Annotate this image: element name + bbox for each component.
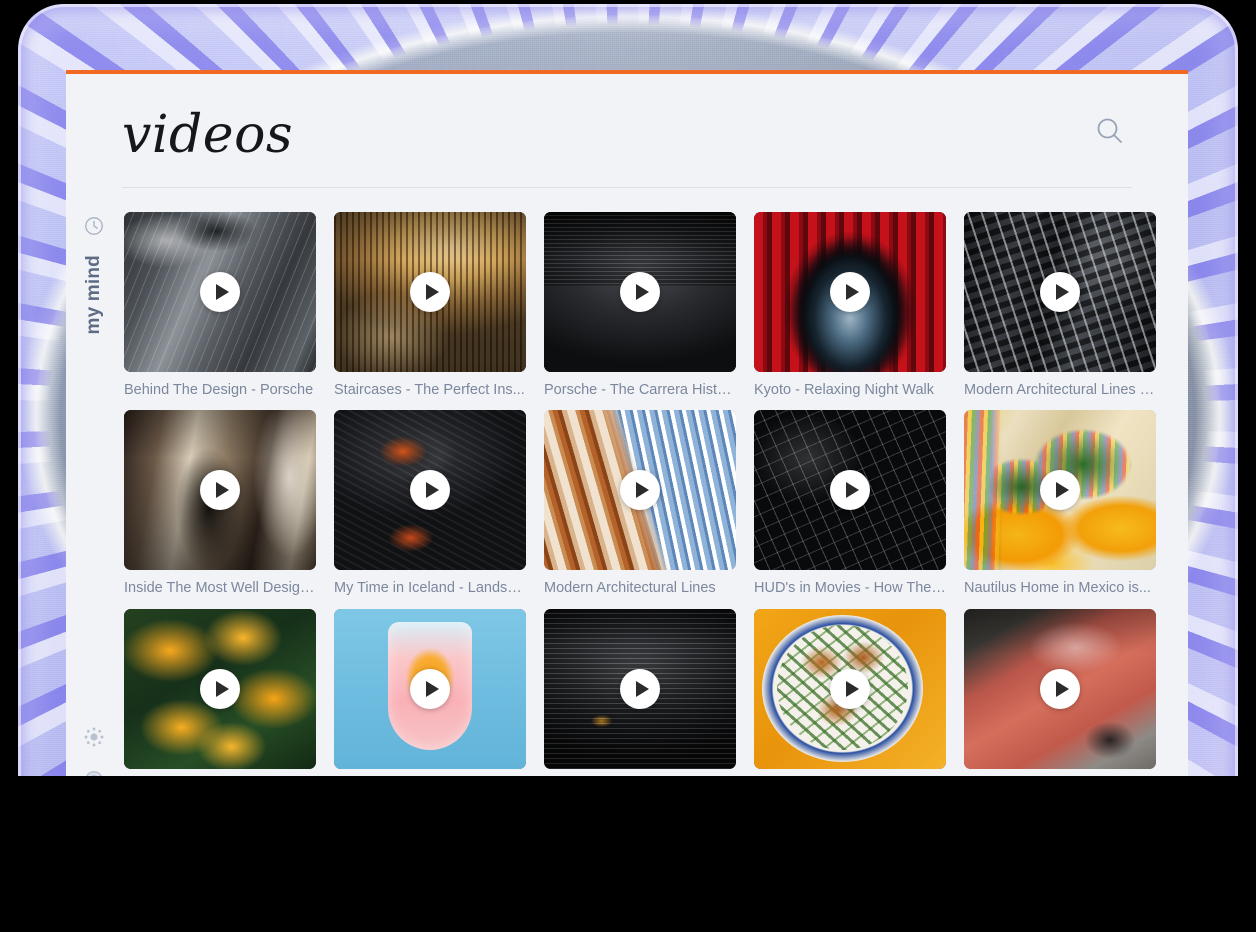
video-card-title: HUD's in Movies - How They...: [754, 580, 946, 597]
play-icon[interactable]: [620, 272, 660, 312]
play-icon[interactable]: [410, 272, 450, 312]
video-thumbnail[interactable]: [544, 608, 736, 769]
video-grid-scroll-area[interactable]: Behind The Design - Porsche Staircases - …: [122, 188, 1188, 800]
video-thumbnail[interactable]: [334, 212, 526, 372]
video-thumbnail[interactable]: [754, 608, 946, 769]
video-card[interactable]: My Time in Iceland - Landsc...: [334, 410, 526, 597]
video-card-title: Modern Architectural Lines: [544, 580, 716, 597]
sun-icon[interactable]: [83, 726, 105, 753]
video-thumbnail[interactable]: [334, 410, 526, 571]
video-card-title: Behind The Design - Porsche: [124, 382, 314, 398]
video-card[interactable]: Staircases - The Perfect Ins...: [334, 212, 526, 399]
sidebar-label-my-mind[interactable]: my mind: [83, 255, 105, 335]
play-icon[interactable]: [830, 272, 870, 312]
video-card-title: Porsche - The Carrera History: [544, 382, 736, 398]
play-icon[interactable]: [200, 272, 240, 312]
video-card[interactable]: Behind The Design - Porsche: [124, 212, 316, 399]
play-icon[interactable]: [200, 668, 240, 709]
video-card[interactable]: [754, 608, 946, 779]
play-icon[interactable]: [410, 668, 450, 709]
clock-icon[interactable]: [84, 216, 104, 241]
play-icon[interactable]: [830, 668, 870, 709]
play-icon[interactable]: [1040, 668, 1080, 709]
video-card-title: My Time in Iceland - Landsc...: [334, 580, 526, 597]
search-icon[interactable]: [1088, 109, 1132, 153]
video-thumbnail[interactable]: [964, 212, 1156, 372]
video-card[interactable]: Kyoto - Relaxing Night Walk: [754, 212, 946, 399]
video-card[interactable]: [964, 608, 1156, 779]
video-thumbnail[interactable]: [964, 410, 1156, 571]
video-thumbnail[interactable]: [754, 410, 946, 571]
video-card-title: Nautilus Home in Mexico is...: [964, 580, 1151, 597]
video-thumbnail[interactable]: [334, 608, 526, 769]
left-sidebar-rail: my mind: [66, 188, 122, 800]
video-card[interactable]: [544, 608, 736, 779]
video-card[interactable]: Inside The Most Well Design...: [124, 410, 316, 597]
app-window: videos my mind Behind The Design - Porsc…: [66, 70, 1188, 800]
play-icon[interactable]: [1040, 272, 1080, 312]
video-card[interactable]: Modern Architectural Lines 2...: [964, 212, 1156, 399]
video-thumbnail[interactable]: [124, 410, 316, 571]
video-card-title: Modern Architectural Lines 2...: [964, 382, 1156, 398]
play-icon[interactable]: [620, 668, 660, 709]
video-card-title: Staircases - The Perfect Ins...: [334, 382, 525, 398]
video-thumbnail[interactable]: [124, 212, 316, 372]
video-thumbnail[interactable]: [544, 212, 736, 372]
video-thumbnail[interactable]: [544, 410, 736, 571]
app-header: videos: [66, 74, 1188, 188]
viewport-bottom-crop: [0, 776, 1256, 932]
video-thumbnail[interactable]: [964, 608, 1156, 769]
video-card[interactable]: [124, 608, 316, 779]
video-card[interactable]: Modern Architectural Lines: [544, 410, 736, 597]
video-card[interactable]: HUD's in Movies - How They...: [754, 410, 946, 597]
video-thumbnail[interactable]: [124, 608, 316, 769]
video-card[interactable]: Porsche - The Carrera History: [544, 212, 736, 399]
video-thumbnail[interactable]: [754, 212, 946, 372]
video-card-title: Kyoto - Relaxing Night Walk: [754, 382, 934, 398]
video-card[interactable]: [334, 608, 526, 779]
video-card-title: Inside The Most Well Design...: [124, 580, 316, 597]
video-card[interactable]: Nautilus Home in Mexico is...: [964, 410, 1156, 597]
video-grid: Behind The Design - Porsche Staircases - …: [124, 212, 1188, 779]
page-title: videos: [122, 105, 294, 165]
